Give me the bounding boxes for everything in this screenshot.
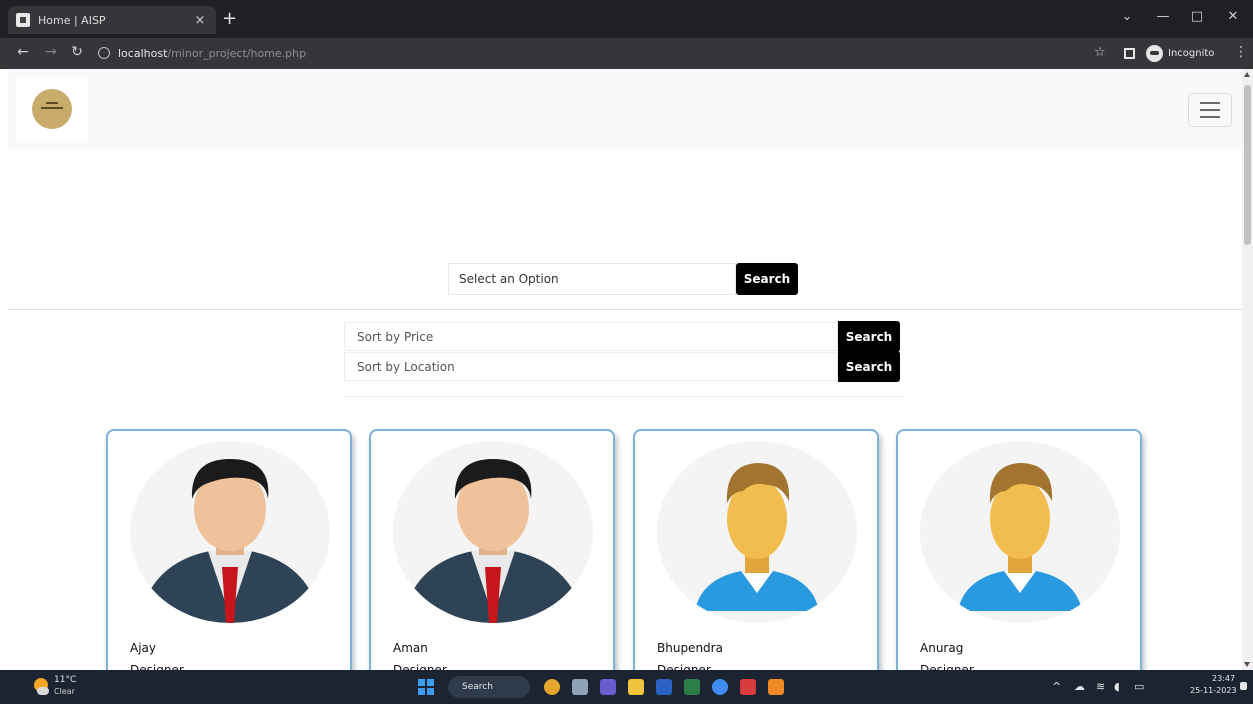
volume-icon[interactable]: ◖ [1114, 680, 1120, 693]
clock-date[interactable]: 25-11-2023 [1190, 686, 1237, 695]
bookmark-star-icon[interactable]: ☆ [1094, 45, 1106, 60]
store-app-icon[interactable] [684, 679, 700, 695]
favicon-icon [16, 13, 30, 27]
chrome-app-icon[interactable] [712, 679, 728, 695]
sort-location-input[interactable]: Sort by Location [344, 352, 838, 381]
tray-overflow-icon[interactable]: ^ [1052, 680, 1061, 693]
sort-form: Sort by Price Search Sort by Location Se… [344, 319, 904, 397]
card-role: Designer [130, 663, 184, 670]
page-scrollbar[interactable] [1242, 69, 1253, 670]
logo-link[interactable] [16, 77, 88, 141]
category-select-value: Select an Option [459, 272, 559, 286]
male-casual-avatar-icon [920, 441, 1120, 623]
sort-price-placeholder: Sort by Price [357, 329, 434, 344]
profile-card[interactable]: Bhupendra Designer [633, 429, 879, 670]
card-name: Bhupendra [657, 641, 723, 655]
os-taskbar: 11°C Clear Search ^ ☁ ≋ ◖ ▭ 23:47 25-11-… [0, 670, 1253, 704]
male-suit-avatar-icon [130, 441, 330, 623]
divider [8, 309, 1242, 310]
card-name: Anurag [920, 641, 964, 655]
task-view-icon[interactable] [572, 679, 588, 695]
vscode-app-icon[interactable] [656, 679, 672, 695]
side-panel-icon[interactable] [1124, 48, 1135, 59]
card-role: Designer [393, 663, 447, 670]
back-button[interactable]: ← [14, 44, 32, 60]
windows-start-icon[interactable] [418, 679, 434, 695]
card-role: Designer [920, 663, 974, 670]
taskbar-search-label: Search [462, 682, 493, 692]
category-select[interactable]: Select an Option [448, 263, 736, 295]
tab-title: Home | AISP [38, 13, 106, 27]
battery-icon[interactable]: ▭ [1134, 680, 1144, 693]
profile-card[interactable]: Anurag Designer [896, 429, 1142, 670]
taskbar-search[interactable]: Search [448, 676, 530, 698]
profile-card[interactable]: Ajay Designer [106, 429, 352, 670]
incognito-icon [1146, 44, 1163, 62]
forward-button[interactable]: → [42, 44, 60, 60]
category-search-button[interactable]: Search [736, 263, 798, 295]
profile-card[interactable]: Aman Designer [369, 429, 615, 670]
card-name: Aman [393, 641, 428, 655]
scrollbar-thumb[interactable] [1244, 85, 1251, 245]
card-role: Designer [657, 663, 711, 670]
reload-button[interactable]: ↻ [68, 44, 86, 60]
sort-price-search-button[interactable]: Search [838, 321, 900, 352]
menu-line [1200, 109, 1220, 111]
clock-time[interactable]: 23:47 [1212, 674, 1235, 683]
incognito-label: Incognito [1168, 47, 1215, 59]
card-name: Ajay [130, 641, 156, 655]
incognito-profile-button[interactable]: Incognito [1146, 43, 1214, 63]
sort-price-input[interactable]: Sort by Price [344, 322, 838, 351]
page-viewport: Select an Option Search Sort by Price Se… [0, 69, 1242, 670]
navbar-toggle-button[interactable] [1188, 93, 1232, 127]
file-explorer-icon[interactable] [628, 679, 644, 695]
onedrive-icon[interactable]: ☁ [1074, 680, 1085, 693]
close-tab-icon[interactable]: × [192, 13, 208, 28]
teams-app-icon[interactable] [600, 679, 616, 695]
minimize-button[interactable]: — [1148, 9, 1178, 24]
browser-tab[interactable]: Home | AISP × [8, 6, 216, 34]
brand-logo [32, 89, 72, 129]
scroll-down-icon[interactable] [1244, 662, 1250, 667]
url-path: /minor_project/home.php [167, 46, 307, 60]
scroll-up-icon[interactable] [1244, 72, 1250, 77]
security-app-icon[interactable] [740, 679, 756, 695]
tab-search-icon[interactable]: ⌄ [1112, 9, 1142, 24]
male-casual-avatar-icon [657, 441, 857, 623]
notification-icon[interactable] [1240, 682, 1247, 690]
weather-icon[interactable] [34, 678, 49, 695]
weather-condition: Clear [54, 687, 75, 696]
browser-menu-icon[interactable]: ⋮ [1234, 44, 1248, 60]
browser-tab-bar: Home | AISP × + ⌄ — □ ✕ [0, 0, 1253, 38]
site-navbar [8, 69, 1242, 151]
widgets-app-icon[interactable] [544, 679, 560, 695]
menu-line [1200, 116, 1220, 118]
xampp-app-icon[interactable] [768, 679, 784, 695]
close-window-button[interactable]: ✕ [1218, 9, 1248, 24]
wifi-icon[interactable]: ≋ [1096, 680, 1105, 693]
new-tab-button[interactable]: + [222, 10, 237, 28]
site-info-icon[interactable] [98, 47, 110, 59]
address-bar[interactable]: localhost/minor_project/home.php [98, 42, 1078, 64]
weather-temperature: 11°C [54, 675, 77, 685]
menu-line [1200, 102, 1220, 104]
browser-toolbar: ← → ↻ localhost/minor_project/home.php ☆… [0, 38, 1253, 69]
male-suit-avatar-icon [393, 441, 593, 623]
sort-location-placeholder: Sort by Location [357, 359, 455, 374]
url-host: localhost [118, 46, 168, 60]
maximize-button[interactable]: □ [1182, 9, 1212, 24]
sort-location-search-button[interactable]: Search [838, 351, 900, 382]
